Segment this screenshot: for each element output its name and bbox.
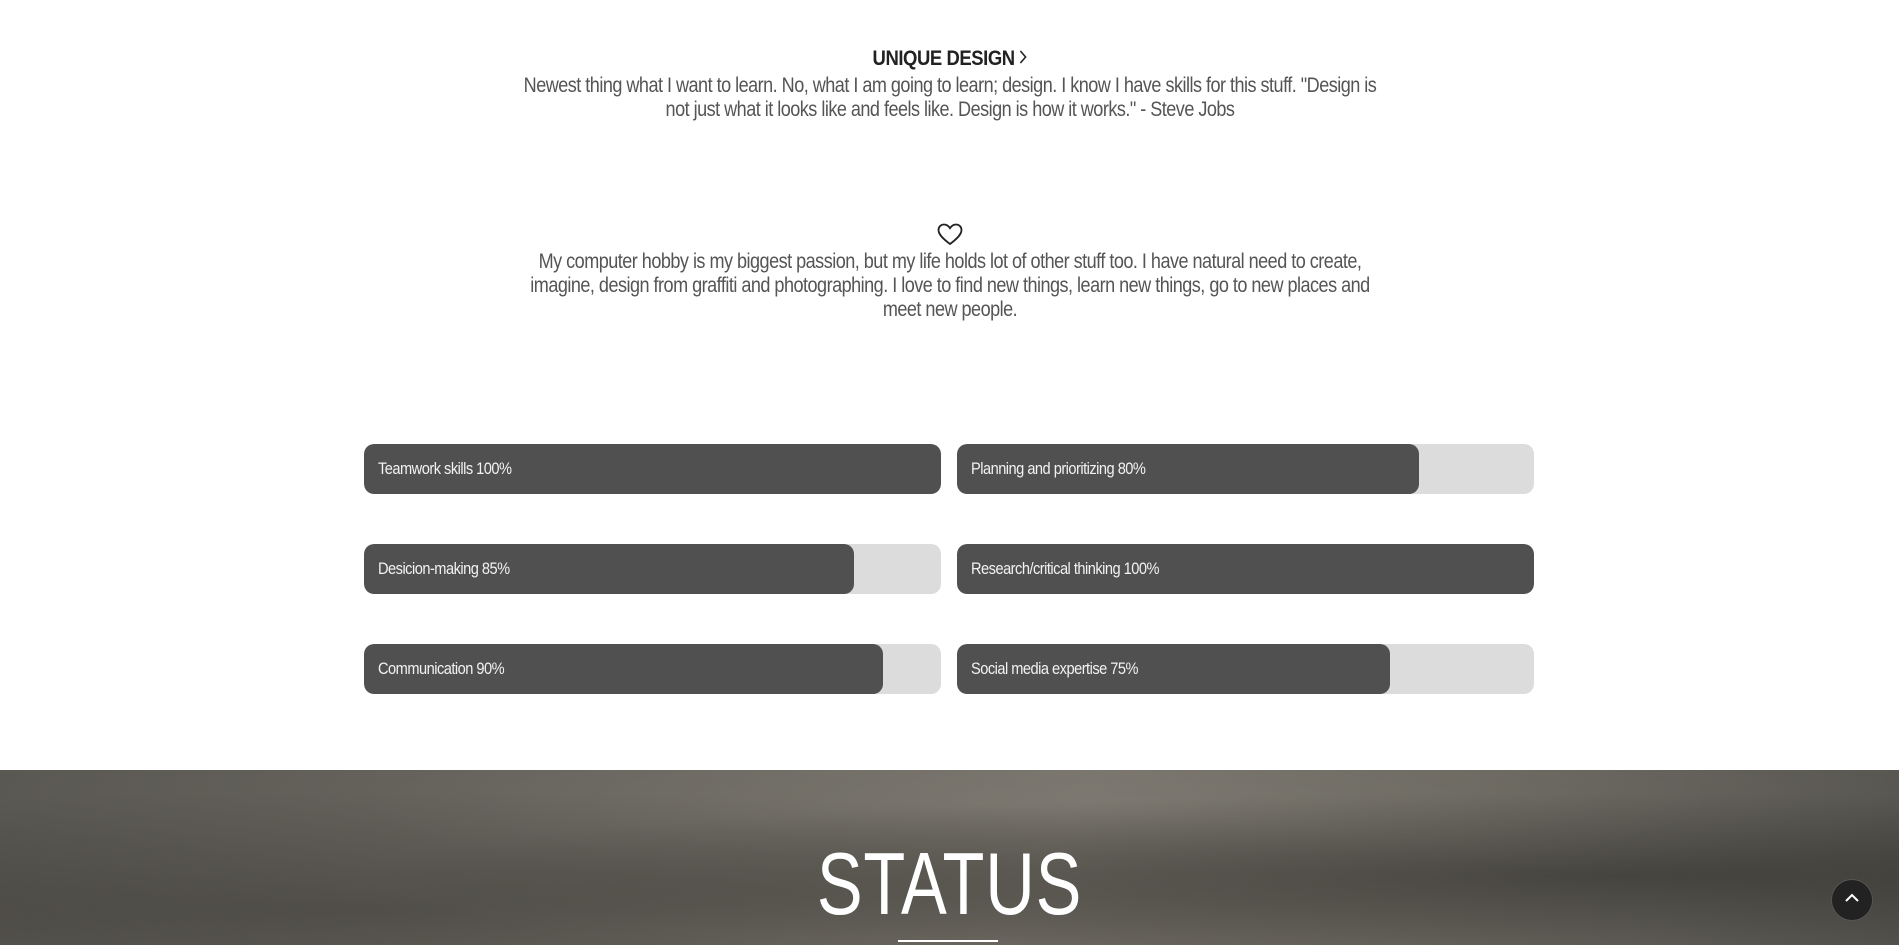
skill-bar: Desicion-making 85% — [364, 544, 941, 594]
chevron-up-icon — [1844, 891, 1860, 909]
page: UNIQUE DESIGN Newest thing what I want t… — [0, 0, 1899, 945]
skill-row: Desicion-making 85% Research/critical th… — [364, 544, 1534, 594]
skill-label: Planning and prioritizing 80% — [971, 459, 1146, 478]
skill-label: Research/critical thinking 100% — [971, 559, 1159, 578]
feature-description: Newest thing what I want to learn. No, w… — [523, 74, 1376, 121]
skill-bar: Social media expertise 75% — [957, 644, 1534, 694]
status-title-underline — [898, 940, 998, 942]
chevron-right-icon — [1018, 44, 1027, 74]
feature-description: My computer hobby is my biggest passion,… — [529, 250, 1370, 321]
skill-label: Desicion-making 85% — [378, 559, 510, 578]
feature-unique-design: UNIQUE DESIGN Newest thing what I want t… — [0, 44, 1899, 122]
skill-bar: Planning and prioritizing 80% — [957, 444, 1534, 494]
skill-row: Teamwork skills 100% Planning and priori… — [364, 444, 1534, 494]
skill-bar: Teamwork skills 100% — [364, 444, 941, 494]
skills-section: Teamwork skills 100% Planning and priori… — [364, 444, 1534, 744]
skill-bar: Communication 90% — [364, 644, 941, 694]
skill-row: Communication 90% Social media expertise… — [364, 644, 1534, 694]
status-section: STATUS — [0, 770, 1899, 945]
skill-label: Teamwork skills 100% — [378, 459, 512, 478]
back-to-top-button[interactable] — [1831, 879, 1873, 921]
status-title: STATUS — [816, 834, 1083, 933]
skill-label: Social media expertise 75% — [971, 659, 1139, 678]
feature-title: UNIQUE DESIGN — [872, 44, 1026, 74]
skill-bar: Research/critical thinking 100% — [957, 544, 1534, 594]
feature-title-text: UNIQUE DESIGN — [872, 47, 1015, 70]
skill-label: Communication 90% — [378, 659, 505, 678]
feature-hobby: My computer hobby is my biggest passion,… — [0, 220, 1899, 322]
heart-icon — [0, 220, 1899, 250]
